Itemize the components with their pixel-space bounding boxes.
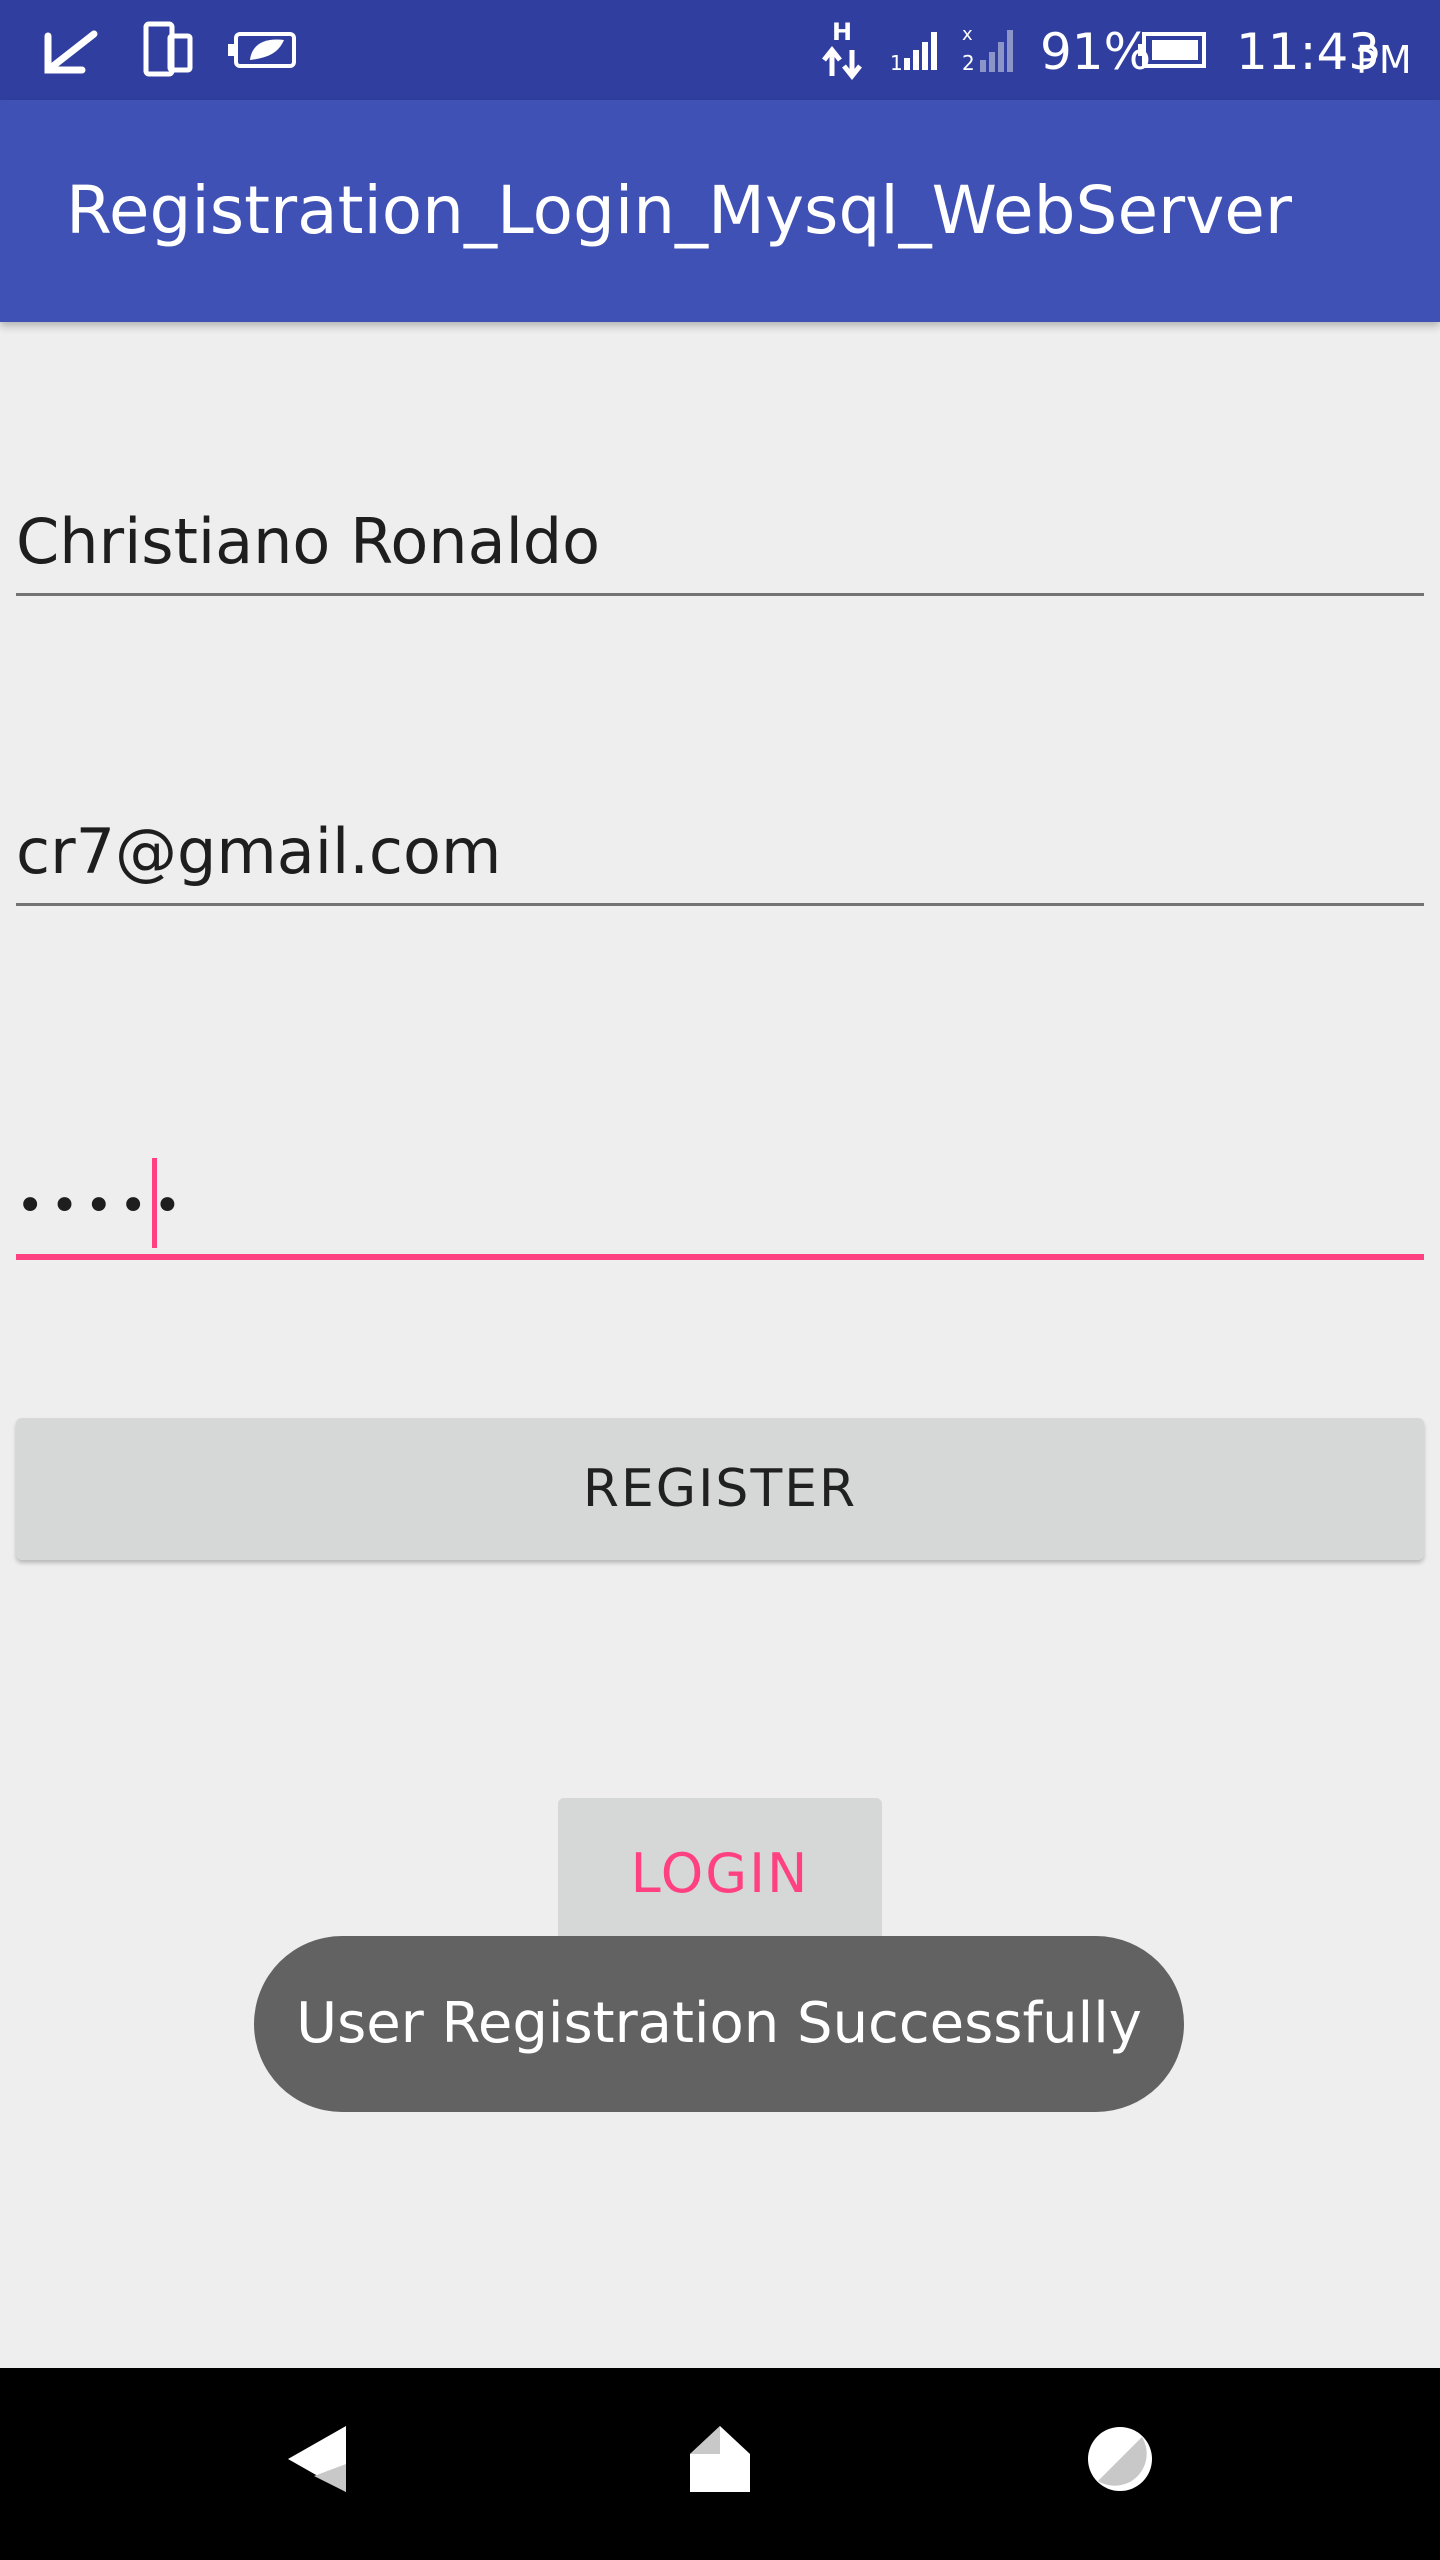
text-cursor: [152, 1158, 157, 1248]
battery-icon: [1138, 30, 1208, 74]
email-field[interactable]: cr7@gmail.com: [16, 786, 1424, 906]
status-bar: H 1 x 2 91% 11:43 PM: [0, 0, 1440, 100]
navigation-bar: [0, 2368, 1440, 2560]
name-field-underline: [16, 593, 1424, 596]
back-icon[interactable]: [286, 2424, 348, 2498]
svg-text:2: 2: [962, 51, 975, 74]
signal-sim2-icon: x 2: [962, 22, 1022, 78]
svg-text:x: x: [962, 24, 973, 45]
email-field-value: cr7@gmail.com: [16, 815, 502, 888]
signal-sim1-icon: 1: [890, 26, 942, 76]
home-icon[interactable]: [688, 2424, 752, 2498]
battery-saver-icon: [228, 28, 300, 76]
login-button[interactable]: LOGIN: [558, 1798, 882, 1948]
device-icon: [140, 20, 196, 84]
clock-ampm: PM: [1356, 38, 1412, 82]
app-title: Registration_Login_Mysql_WebServer: [66, 172, 1292, 249]
app-bar: Registration_Login_Mysql_WebServer: [0, 100, 1440, 322]
toast-message: User Registration Successfully: [254, 1936, 1184, 2112]
svg-text:1: 1: [890, 51, 903, 72]
password-field-value: •••••: [16, 1178, 188, 1234]
name-field-value: Christiano Ronaldo: [16, 505, 601, 578]
battery-percent: 91%: [1040, 23, 1152, 81]
notification-check-icon: [42, 26, 102, 80]
name-field[interactable]: Christiano Ronaldo: [16, 476, 1424, 596]
data-transfer-icon: H: [820, 18, 866, 86]
email-field-underline: [16, 903, 1424, 906]
register-button[interactable]: REGISTER: [16, 1418, 1424, 1560]
svg-text:H: H: [832, 18, 852, 46]
password-field-underline: [16, 1254, 1424, 1260]
recents-icon[interactable]: [1086, 2424, 1154, 2498]
password-field[interactable]: •••••: [16, 1140, 1424, 1260]
